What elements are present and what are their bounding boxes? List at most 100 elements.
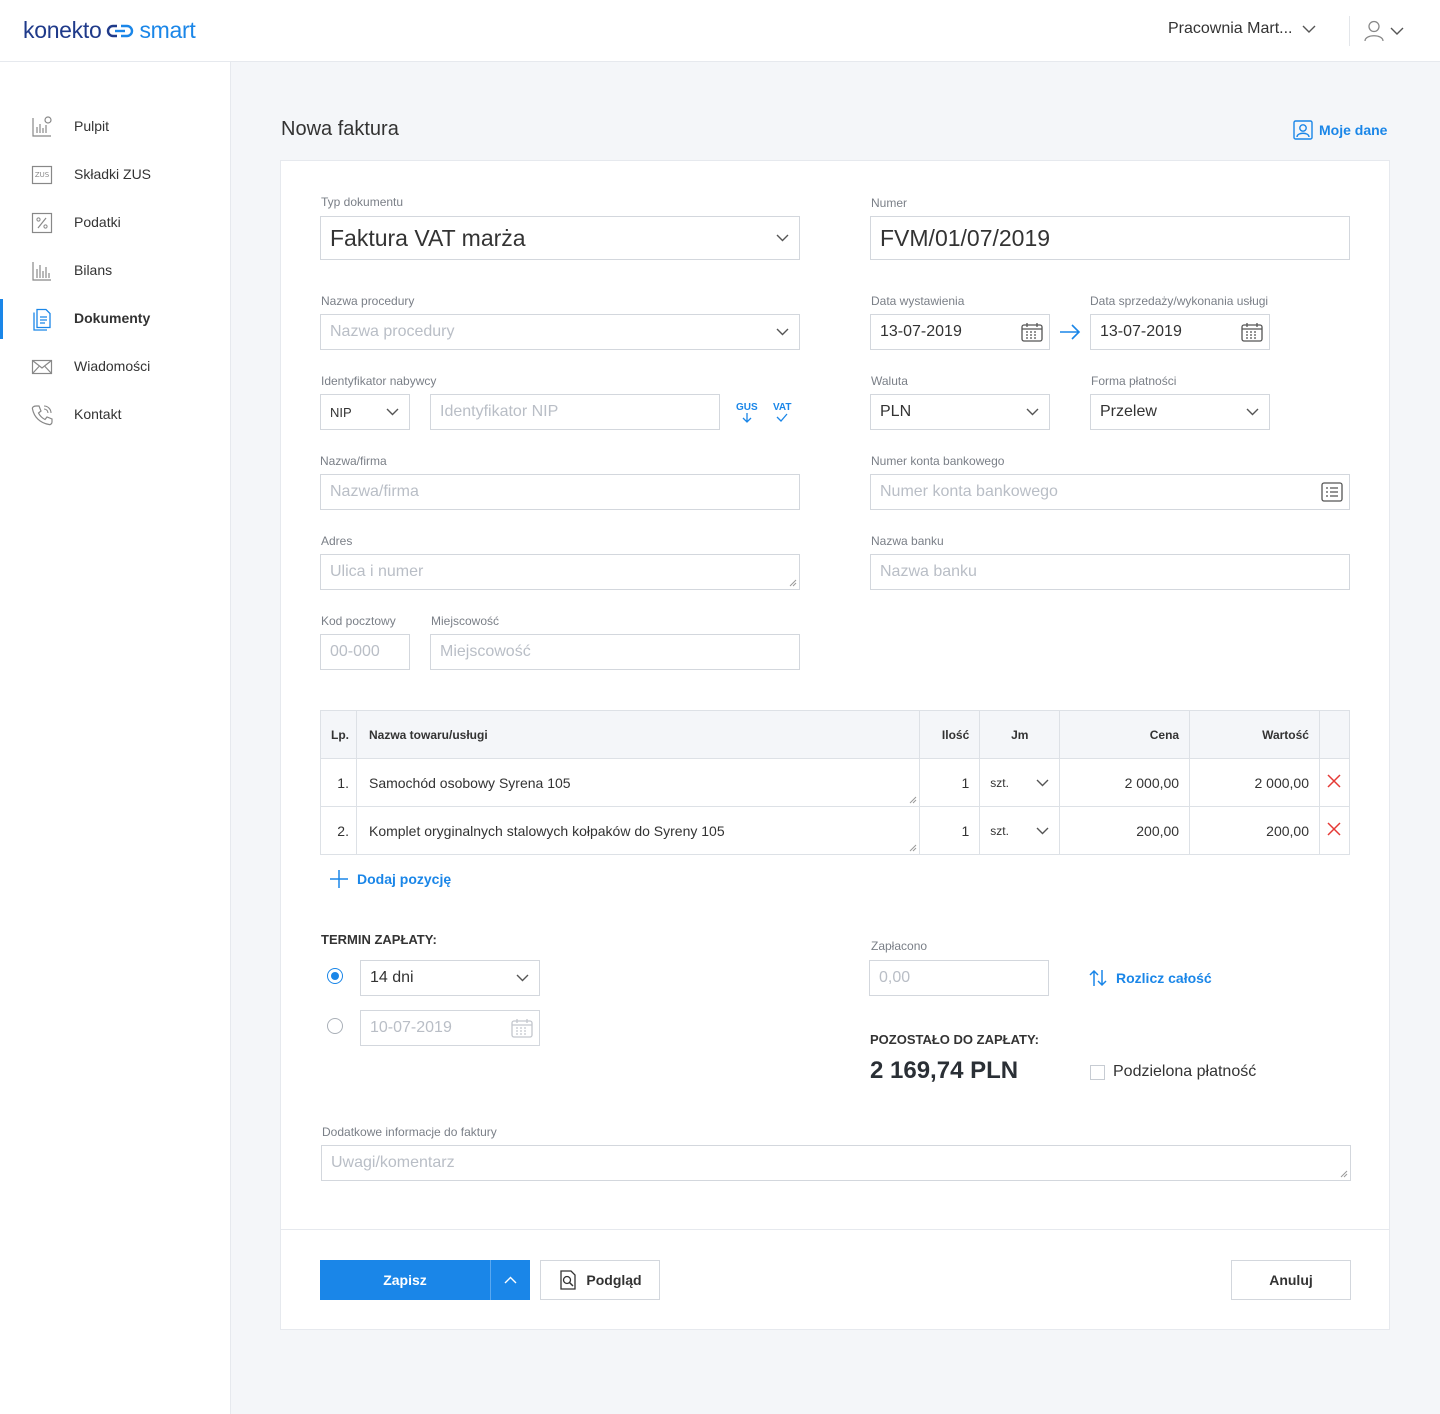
buyer-id-label: Identyfikator nabywcy (321, 374, 437, 388)
resize-grip-icon[interactable] (1340, 1170, 1348, 1178)
row-delete-button[interactable] (1318, 806, 1351, 855)
row-name-input[interactable]: Komplet oryginalnych stalowych kołpaków … (355, 806, 921, 855)
issue-date-input[interactable]: 13-07-2019 (870, 314, 1050, 350)
buyer-id-type-select[interactable]: NIP (320, 394, 410, 430)
list-icon[interactable] (1321, 482, 1343, 502)
sidebar-item-label: Pulpit (74, 118, 110, 134)
term-date-radio[interactable] (327, 1018, 343, 1034)
row-price-input[interactable]: 2 000,00 (1059, 758, 1191, 807)
table-header-row: Lp. Nazwa towaru/usługi Ilość Jm Cena Wa… (320, 710, 1351, 759)
resize-grip-icon[interactable] (909, 796, 917, 804)
sidebar-item-label: Bilans (74, 262, 113, 278)
arrow-down-icon (742, 413, 752, 423)
chevron-down-icon (776, 328, 789, 336)
row-qty-input[interactable]: 1 (919, 758, 981, 807)
doc-type-value: Faktura VAT marża (330, 224, 526, 251)
row-unit-select[interactable]: szt. (979, 758, 1061, 807)
sidebar-item-pulpit[interactable]: Pulpit (0, 107, 230, 147)
sidebar-item-dokumenty[interactable]: Dokumenty (0, 299, 230, 339)
row-unit-select[interactable]: szt. (979, 806, 1061, 855)
number-input[interactable]: FVM/01/07/2019 (870, 216, 1350, 260)
sidebar-item-skladki-zus[interactable]: ZUS Składki ZUS (0, 155, 230, 195)
company-input[interactable]: Nazwa/firma (320, 474, 800, 510)
user-card-icon (1293, 120, 1313, 140)
calendar-icon[interactable] (1021, 322, 1043, 342)
term-days-radio[interactable] (327, 968, 343, 984)
term-days-select[interactable]: 14 dni (360, 960, 540, 996)
close-icon (1327, 822, 1342, 836)
split-payment-label: Podzielona płatność (1113, 1063, 1257, 1080)
city-placeholder: Miejscowość (440, 643, 531, 660)
arrow-right-icon (1060, 324, 1081, 340)
resize-grip-icon[interactable] (909, 844, 917, 852)
buyer-id-input[interactable]: Identyfikator NIP (430, 394, 720, 430)
cancel-button[interactable]: Anuluj (1231, 1260, 1351, 1300)
notes-input[interactable]: Uwagi/komentarz (321, 1145, 1351, 1181)
checkbox[interactable] (1090, 1064, 1105, 1080)
add-item-button[interactable]: Dodaj pozycję (329, 869, 451, 889)
doc-type-select[interactable]: Faktura VAT marża (320, 216, 800, 260)
payment-form-select[interactable]: Przelew (1090, 394, 1270, 430)
calendar-icon[interactable] (511, 1018, 533, 1038)
logo[interactable]: konekto smart (23, 17, 196, 44)
gus-lookup-button[interactable]: GUS (736, 403, 758, 426)
sidebar-item-bilans[interactable]: Bilans (0, 251, 230, 291)
header-divider (1349, 16, 1350, 46)
workspace-selector[interactable]: Pracownia Mart... (1168, 20, 1316, 38)
row-lp: 2. (320, 806, 357, 855)
user-menu[interactable] (1364, 20, 1404, 42)
postal-placeholder: 00-000 (330, 643, 380, 660)
vat-check-button[interactable]: VAT (773, 403, 792, 426)
row-delete-button[interactable] (1318, 758, 1351, 807)
company-label: Nazwa/firma (320, 454, 387, 468)
row-name: Komplet oryginalnych stalowych kołpaków … (368, 822, 725, 839)
calendar-icon[interactable] (1241, 322, 1263, 342)
save-button[interactable]: Zapisz (320, 1260, 490, 1300)
sidebar-item-wiadomosci[interactable]: Wiadomości (0, 347, 230, 387)
term-date-placeholder: 10-07-2019 (370, 1019, 452, 1036)
resize-grip-icon[interactable] (789, 579, 797, 587)
sidebar-item-label: Składki ZUS (74, 166, 152, 182)
row-name-input[interactable]: Samochód osobowy Syrena 105 (355, 758, 921, 807)
row-name: Samochód osobowy Syrena 105 (368, 774, 571, 791)
save-options-button[interactable] (490, 1260, 530, 1300)
chevron-down-icon (1302, 25, 1316, 33)
settle-all-button[interactable]: Rozlicz całość (1088, 969, 1212, 987)
sidebar-item-label: Podatki (74, 214, 121, 230)
currency-select[interactable]: PLN (870, 394, 1050, 430)
bank-label: Nazwa banku (871, 534, 944, 548)
documents-icon (33, 308, 51, 331)
row-qty-input[interactable]: 1 (919, 806, 981, 855)
bank-input[interactable]: Nazwa banku (870, 554, 1350, 590)
split-payment-checkbox[interactable]: Podzielona płatność (1090, 1063, 1256, 1081)
chevron-down-icon (1036, 827, 1049, 835)
row-unit: szt. (990, 775, 1009, 790)
sale-date-input[interactable]: 13-07-2019 (1090, 314, 1270, 350)
term-days-value: 14 dni (370, 969, 414, 986)
procedure-select[interactable]: Nazwa procedury (320, 314, 800, 350)
city-label: Miejscowość (431, 614, 500, 628)
phone-icon (31, 405, 53, 426)
sidebar-item-podatki[interactable]: Podatki (0, 203, 230, 243)
row-unit: szt. (990, 823, 1009, 838)
header-actions (1318, 710, 1351, 759)
city-input[interactable]: Miejscowość (430, 634, 800, 670)
sidebar-item-kontakt[interactable]: Kontakt (0, 395, 230, 435)
my-data-link[interactable]: Moje dane (1293, 120, 1387, 140)
account-input[interactable]: Numer konta bankowego (870, 474, 1350, 510)
header-price: Cena (1059, 710, 1191, 759)
term-date-input[interactable]: 10-07-2019 (360, 1010, 540, 1046)
page-title: Nowa faktura (281, 118, 399, 140)
postal-input[interactable]: 00-000 (320, 634, 410, 670)
doc-type-label: Typ dokumentu (321, 195, 404, 209)
paid-input[interactable]: 0,00 (869, 960, 1049, 996)
address-input[interactable]: Ulica i numer (320, 554, 800, 590)
preview-button[interactable]: Podgląd (540, 1260, 660, 1300)
account-label: Numer konta bankowego (871, 454, 1005, 468)
company-placeholder: Nazwa/firma (330, 483, 419, 500)
postal-label: Kod pocztowy (321, 614, 396, 628)
chevron-down-icon (1036, 779, 1049, 787)
payment-form-value: Przelew (1100, 403, 1157, 420)
row-price-input[interactable]: 200,00 (1059, 806, 1191, 855)
logo-link-icon (107, 24, 134, 37)
